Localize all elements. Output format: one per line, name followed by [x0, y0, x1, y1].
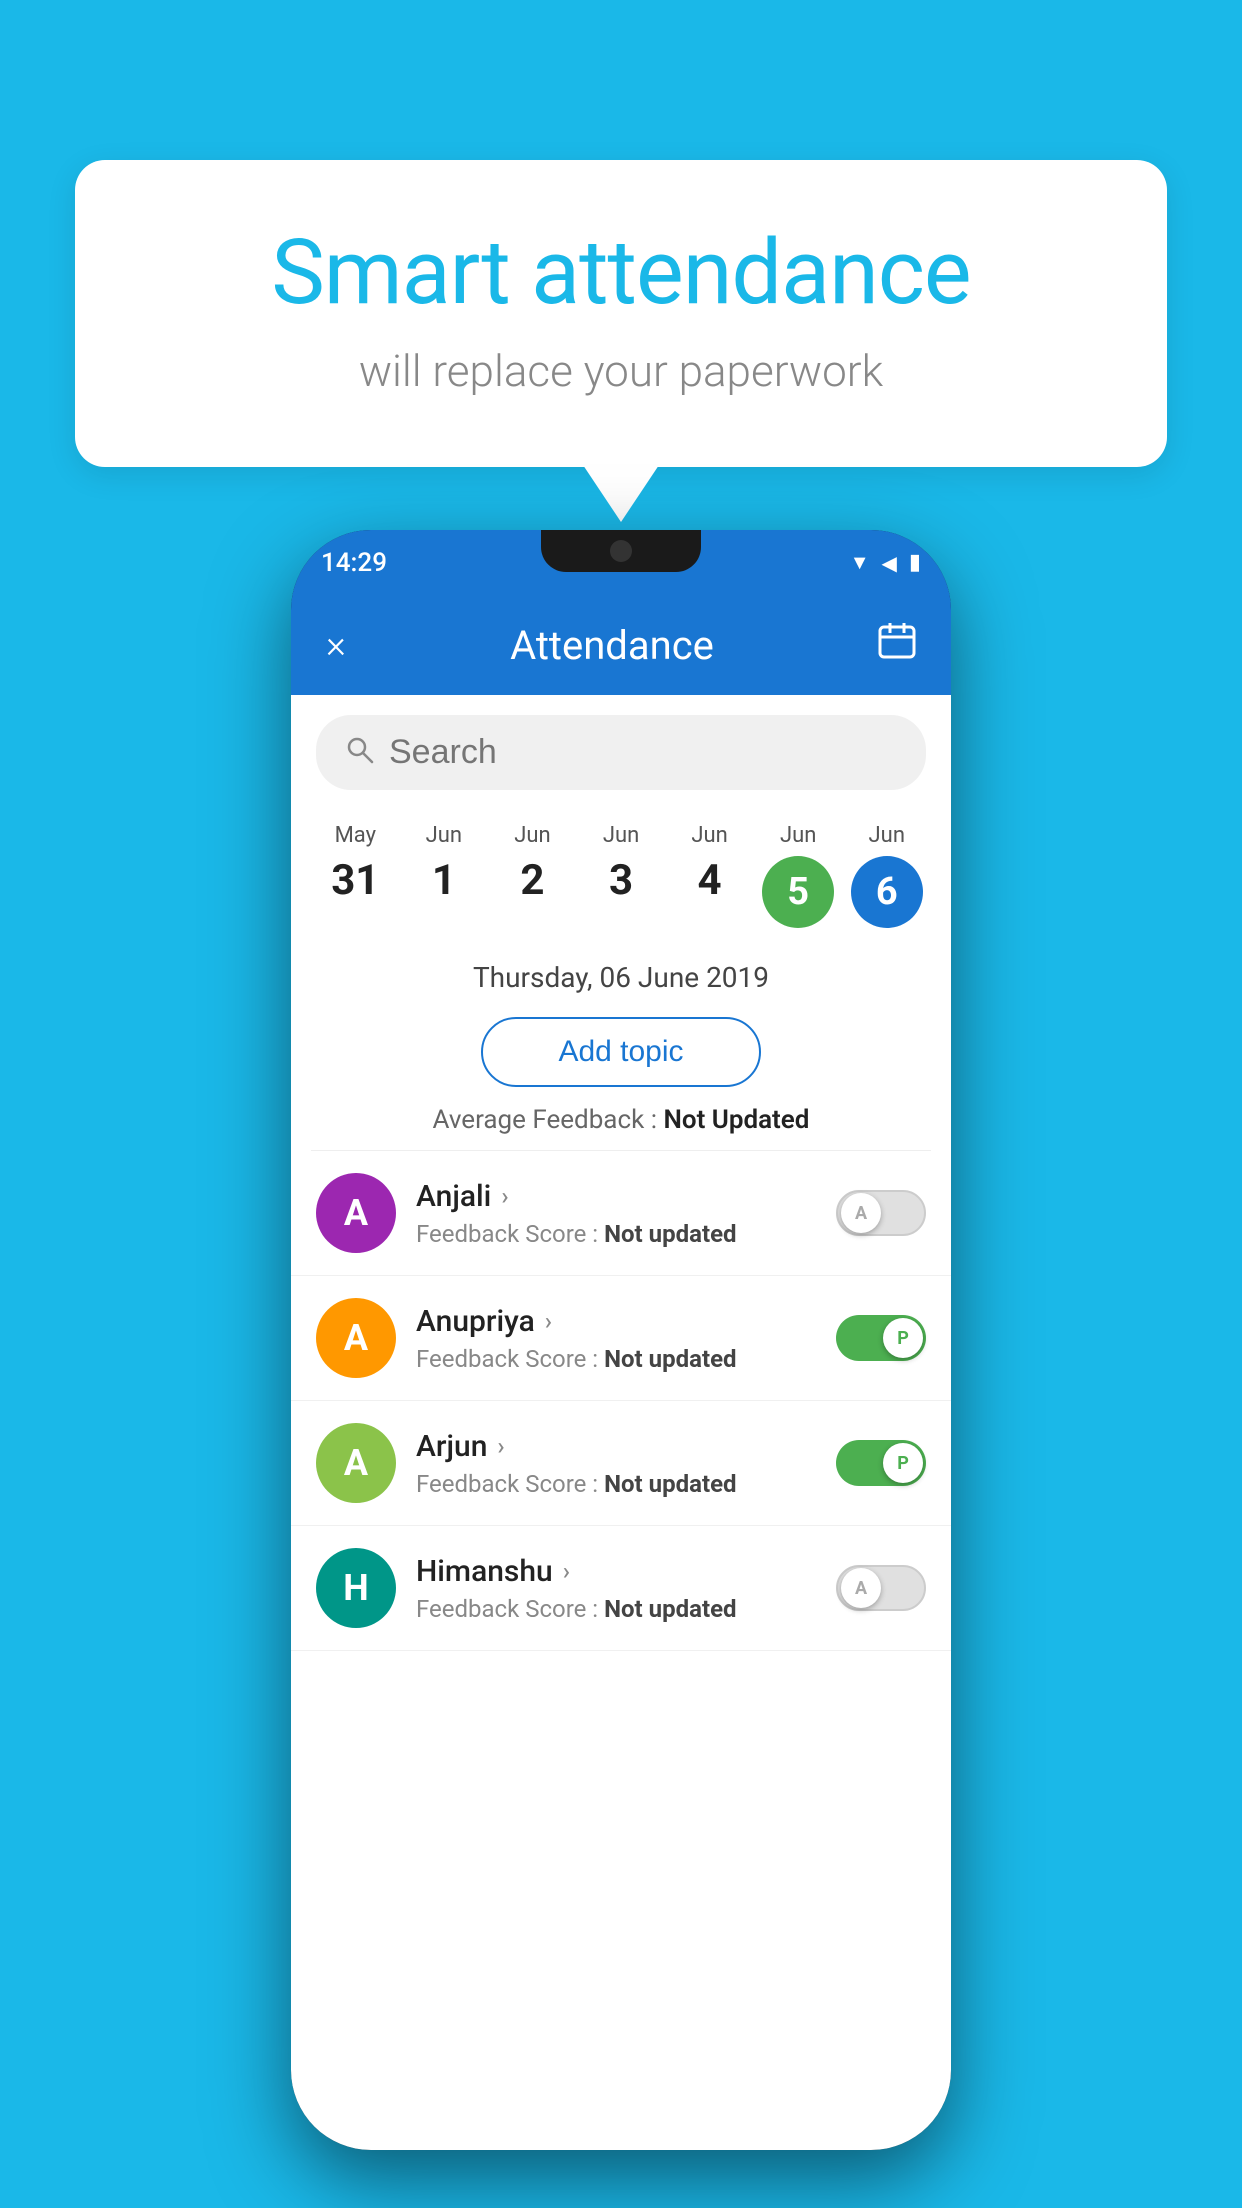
student-name-himanshu: Himanshu [416, 1554, 553, 1589]
date-strip: May 31 Jun 1 Jun 2 Jun 3 Jun 4 [291, 805, 951, 943]
battery-icon: ▮ [909, 550, 921, 575]
phone-camera [610, 540, 632, 562]
avg-feedback-label: Average Feedback : [433, 1105, 657, 1135]
toggle-anupriya[interactable]: P [836, 1315, 926, 1361]
speech-bubble: Smart attendance will replace your paper… [75, 160, 1167, 467]
speech-bubble-container: Smart attendance will replace your paper… [75, 160, 1167, 467]
phone-notch [541, 530, 701, 572]
feedback-label: Feedback Score : [416, 1595, 604, 1623]
toggle-himanshu[interactable]: A [836, 1565, 926, 1611]
chevron-icon: › [501, 1182, 508, 1210]
feedback-label: Feedback Score : [416, 1470, 604, 1498]
feedback-value-himanshu: Not updated [604, 1595, 736, 1623]
student-info-himanshu: Himanshu › Feedback Score : Not updated [416, 1554, 816, 1623]
date-item-jun6[interactable]: Jun 6 [842, 815, 931, 943]
chevron-icon: › [563, 1557, 570, 1585]
feedback-value-arjun: Not updated [604, 1470, 736, 1498]
feedback-value-anupriya: Not updated [604, 1345, 736, 1373]
phone-frame: 14:29 ▼ ◀ ▮ × Attendance [291, 530, 951, 2150]
date-item-jun2[interactable]: Jun 2 [488, 815, 577, 943]
app-header: × Attendance [291, 595, 951, 695]
status-icons: ▼ ◀ ▮ [850, 550, 921, 575]
toggle-arjun[interactable]: P [836, 1440, 926, 1486]
signal-icon: ◀ [882, 551, 897, 575]
date-item-jun4[interactable]: Jun 4 [665, 815, 754, 943]
student-name-arjun: Arjun [416, 1429, 487, 1464]
date-item-jun3[interactable]: Jun 3 [577, 815, 666, 943]
date-item-jun1[interactable]: Jun 1 [400, 815, 489, 943]
student-info-anupriya: Anupriya › Feedback Score : Not updated [416, 1304, 816, 1373]
date-item-may31[interactable]: May 31 [311, 815, 400, 943]
screen-content: May 31 Jun 1 Jun 2 Jun 3 Jun 4 [291, 695, 951, 2150]
student-item-anupriya[interactable]: A Anupriya › Feedback Score : Not update… [291, 1276, 951, 1401]
avatar-anupriya: A [316, 1298, 396, 1378]
calendar-icon[interactable] [878, 623, 916, 668]
avatar-arjun: A [316, 1423, 396, 1503]
student-info-anjali: Anjali › Feedback Score : Not updated [416, 1179, 816, 1248]
student-item-anjali[interactable]: A Anjali › Feedback Score : Not updated [291, 1151, 951, 1276]
avg-feedback-value: Not Updated [663, 1105, 809, 1135]
selected-date: Thursday, 06 June 2019 [291, 943, 951, 1009]
avg-feedback: Average Feedback : Not Updated [291, 1105, 951, 1135]
speech-bubble-subtitle: will replace your paperwork [155, 345, 1087, 397]
phone-wrapper: 14:29 ▼ ◀ ▮ × Attendance [291, 530, 951, 2150]
student-name-anupriya: Anupriya [416, 1304, 535, 1339]
student-name-anjali: Anjali [416, 1179, 491, 1214]
feedback-label: Feedback Score : [416, 1220, 604, 1248]
feedback-value-anjali: Not updated [604, 1220, 736, 1248]
search-icon [346, 734, 374, 772]
avatar-anjali: A [316, 1173, 396, 1253]
add-topic-button[interactable]: Add topic [481, 1017, 761, 1087]
date-item-jun5[interactable]: Jun 5 [754, 815, 843, 943]
speech-bubble-title: Smart attendance [155, 220, 1087, 325]
chevron-icon: › [545, 1307, 552, 1335]
chevron-icon: › [497, 1432, 504, 1460]
student-item-arjun[interactable]: A Arjun › Feedback Score : Not updated [291, 1401, 951, 1526]
avatar-himanshu: H [316, 1548, 396, 1628]
search-bar[interactable] [316, 715, 926, 790]
feedback-label: Feedback Score : [416, 1345, 604, 1373]
wifi-icon: ▼ [850, 550, 870, 575]
student-list: A Anjali › Feedback Score : Not updated [291, 1151, 951, 1651]
student-info-arjun: Arjun › Feedback Score : Not updated [416, 1429, 816, 1498]
student-item-himanshu[interactable]: H Himanshu › Feedback Score : Not update… [291, 1526, 951, 1651]
header-title: Attendance [510, 622, 714, 669]
close-button[interactable]: × [326, 623, 346, 667]
status-time: 14:29 [321, 548, 387, 578]
search-input[interactable] [389, 733, 896, 772]
toggle-anjali[interactable]: A [836, 1190, 926, 1236]
